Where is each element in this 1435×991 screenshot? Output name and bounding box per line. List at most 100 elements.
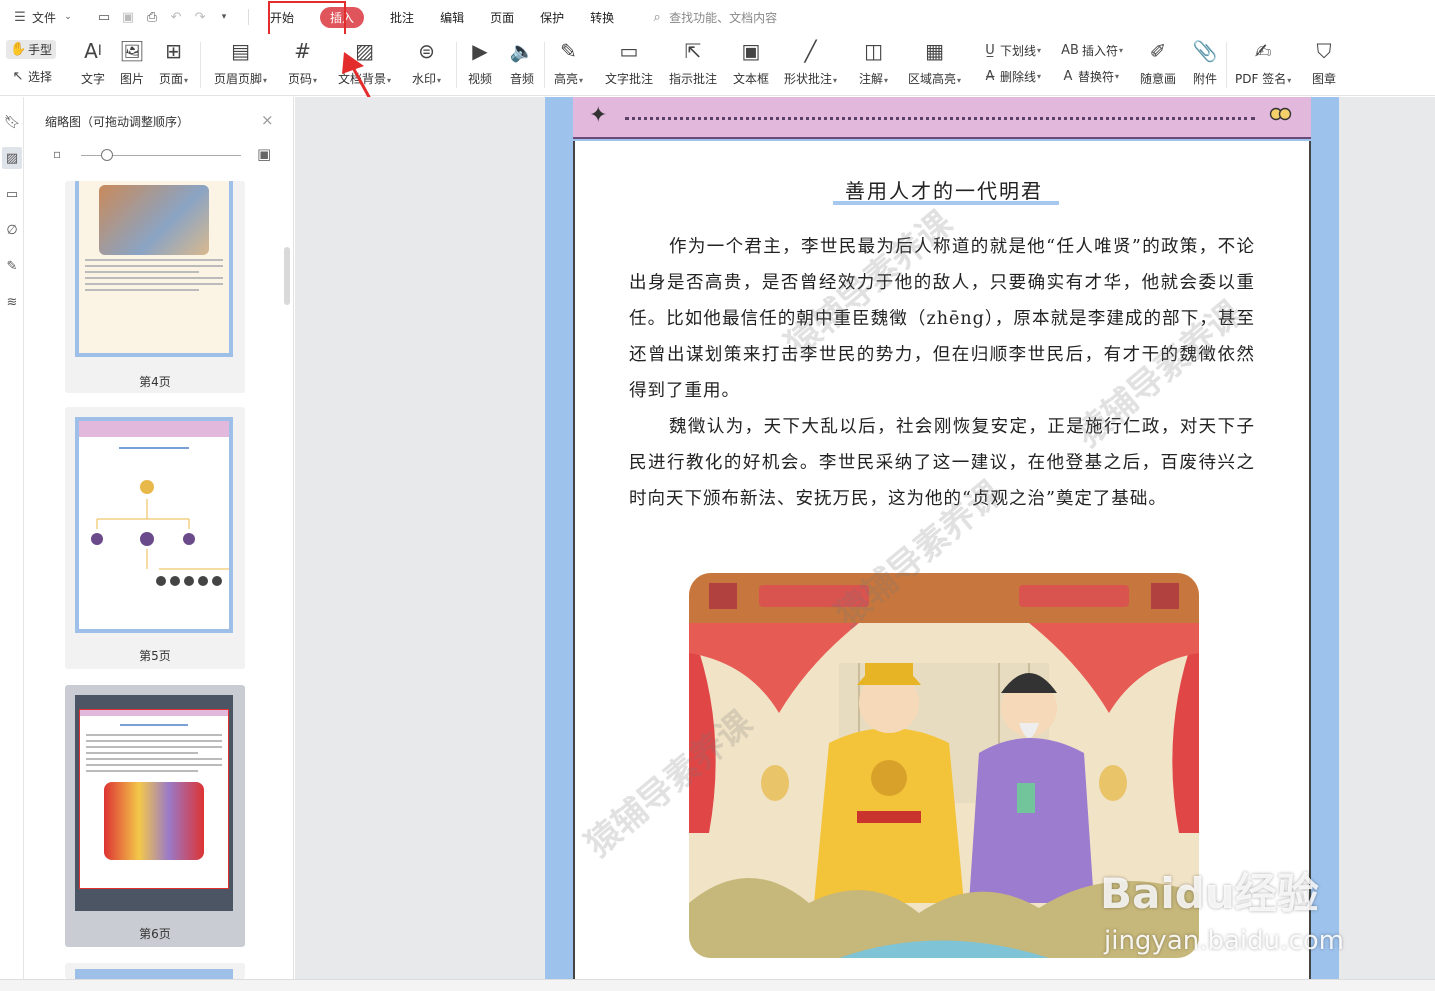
zoom-knob[interactable] — [101, 149, 113, 161]
small-image-icon[interactable]: ▫ — [53, 147, 61, 161]
search-placeholder: 查找功能、文档内容 — [669, 10, 778, 25]
header-footer-button[interactable]: ▤ 页眉页脚▾ — [214, 38, 267, 87]
document-viewer[interactable]: ✦ 善用人才的一代明君 作为一个君主，李世民最为后人称道的就是他“任人唯贤”的政… — [295, 97, 1435, 979]
caret-icon: ▾ — [1037, 72, 1042, 81]
attachment-button[interactable]: 📎 附件 — [1192, 38, 1218, 87]
open-folder-icon[interactable]: ▭ — [95, 8, 113, 26]
page-number-button[interactable]: # 页码▾ — [288, 38, 317, 87]
undo-icon[interactable]: ↶ — [167, 8, 185, 26]
shape-note-label: 形状批注 — [784, 72, 833, 86]
close-icon[interactable]: × — [261, 111, 274, 129]
large-image-icon[interactable]: ▣ — [257, 145, 271, 163]
tab-convert[interactable]: 转换 — [577, 0, 627, 34]
pdf-sign-button[interactable]: ✍ PDF 签名▾ — [1235, 38, 1291, 87]
thumbnail-icon[interactable]: ▨ — [2, 147, 22, 169]
caret-icon: ▾ — [1287, 76, 1292, 85]
header-footer-icon: ▤ — [231, 39, 250, 63]
insert-image-button[interactable]: 🖼 图片 — [119, 38, 145, 87]
tab-edit[interactable]: 编辑 — [427, 0, 477, 34]
page-number-icon: # — [294, 39, 311, 63]
tab-page[interactable]: 页面 — [477, 0, 527, 34]
strikethrough-button[interactable]: A̶ 删除线 ▾ — [982, 68, 1041, 85]
annotate-button[interactable]: ◫ 注解▾ — [859, 38, 888, 87]
divider — [200, 42, 201, 88]
highlight-button[interactable]: ✎ 高亮▾ — [554, 38, 583, 87]
thumbnail-page-6[interactable]: 第6页 — [65, 685, 245, 947]
redo-icon[interactable]: ↷ — [191, 8, 209, 26]
tab-protect[interactable]: 保护 — [527, 0, 577, 34]
freehand-label: 随意画 — [1140, 72, 1177, 86]
comment-icon[interactable]: ▭ — [2, 183, 22, 205]
pointer-note-icon: ⇱ — [684, 39, 702, 63]
left-icon-rail: 🔖︎ ▨ ▭ ∅ ✎ ≋ — [0, 97, 24, 979]
caret-icon: ▾ — [579, 76, 584, 85]
page-plus-icon: ⊞ — [165, 39, 182, 63]
line-shape-icon: ╱ — [804, 39, 817, 63]
hand-tool-button[interactable]: ✋ 手型 — [6, 40, 57, 59]
annotate-icon: ◫ — [864, 39, 883, 63]
thumbnail-page-4[interactable]: 第4页 — [65, 181, 245, 393]
hamburger-icon: ☰ — [14, 9, 26, 25]
underline-button[interactable]: U̲ 下划线 ▾ — [982, 42, 1041, 59]
text-box-button[interactable]: ▣ 文本框 — [733, 38, 769, 87]
search-box[interactable]: ⌕ 查找功能、文档内容 — [645, 8, 777, 26]
thumbnail-image — [75, 695, 233, 911]
paragraph-1: 作为一个君主，李世民最为后人称道的就是他“任人唯贤”的政策，不论出身是否高贵，是… — [629, 237, 1255, 401]
file-menu[interactable]: ☰ 文件 ⌄ — [0, 0, 88, 34]
menu-bar: ☰ 文件 ⌄ ▭ ▣ ⎙ ↶ ↷ ▾ 开始 插入 批注 编辑 页面 保护 转换 … — [0, 0, 1435, 34]
text-note-button[interactable]: ▭ 文字批注 — [605, 38, 653, 87]
divider — [248, 9, 250, 25]
select-tool-button[interactable]: ↖ 选择 — [10, 68, 52, 85]
caret-icon: ▾ — [437, 76, 442, 85]
strikethrough-icon: A̶ — [985, 69, 995, 84]
thumbnail-zoom-slider[interactable]: ▫ ▣ — [53, 145, 283, 163]
freehand-button[interactable]: ✐ 随意画 — [1140, 38, 1176, 87]
thumbnail-panel: 缩略图（可拖动调整顺序） × ▫ ▣ 第4页 第5页 第6页 — [25, 97, 294, 979]
thumbnail-page-5[interactable]: 第5页 — [65, 407, 245, 669]
underline-icon: U̲ — [985, 43, 995, 58]
stamp-button[interactable]: ⛉ 图章 — [1311, 38, 1337, 87]
document-title: 善用人才的一代明君 — [845, 179, 1043, 203]
header-footer-label: 页眉页脚 — [214, 72, 263, 86]
insert-char-button[interactable]: AB 插入符 ▾ — [1060, 42, 1123, 59]
paperclip-icon[interactable]: ∅ — [2, 219, 22, 241]
caret-icon: ▾ — [957, 76, 962, 85]
replace-char-button[interactable]: A 替换符 ▾ — [1060, 68, 1119, 85]
video-icon: ▶ — [472, 39, 488, 63]
text-note-icon: ▭ — [619, 39, 639, 63]
tab-page-label: 页面 — [490, 10, 515, 25]
save-icon[interactable]: ▣ — [119, 8, 137, 26]
signature-icon[interactable]: ✎ — [2, 255, 22, 277]
divider — [1226, 42, 1227, 88]
highlighter-icon: ✎ — [560, 39, 577, 63]
text-box-label: 文本框 — [733, 72, 770, 86]
caret-icon: ▾ — [1119, 46, 1124, 55]
print-icon[interactable]: ⎙ — [143, 8, 161, 26]
select-tool-label: 选择 — [28, 70, 53, 84]
thumbnail-image — [75, 417, 233, 633]
thumbnail-page-label: 第4页 — [139, 375, 171, 389]
pointer-note-button[interactable]: ⇱ 指示批注 — [669, 38, 717, 87]
signature-icon: ✍ — [1254, 39, 1272, 63]
annotate-label: 注解 — [859, 72, 884, 86]
caret-icon: ▾ — [884, 76, 889, 85]
insert-page-label: 页面 — [159, 72, 184, 86]
insert-audio-button[interactable]: 🔈 音频 — [509, 38, 535, 87]
area-highlight-button[interactable]: ▦ 区域高亮▾ — [908, 38, 961, 87]
scrollbar[interactable] — [284, 247, 290, 305]
tab-comment[interactable]: 批注 — [377, 0, 427, 34]
chevron-down-icon: ⌄ — [64, 12, 72, 22]
insert-page-button[interactable]: ⊞ 页面▾ — [159, 38, 188, 87]
thumbnail-page-next[interactable] — [65, 963, 245, 979]
layers-icon[interactable]: ≋ — [2, 291, 22, 313]
bookmark-icon[interactable]: 🔖︎ — [2, 111, 22, 133]
more-dropdown-icon[interactable]: ▾ — [215, 8, 233, 26]
caret-icon: ▾ — [313, 76, 318, 85]
shape-note-button[interactable]: ╱ 形状批注▾ — [784, 38, 837, 87]
insert-video-label: 视频 — [467, 72, 492, 86]
ribbon-toolbar: ✋ 手型 ↖ 选择 AI 文字 🖼 图片 ⊞ 页面▾ ▤ 页眉页脚▾ # 页码▾… — [0, 34, 1435, 96]
baidu-logo-watermark: Baidu经验 — [1100, 869, 1319, 918]
insert-video-button[interactable]: ▶ 视频 — [467, 38, 493, 87]
tab-edit-label: 编辑 — [440, 10, 465, 25]
insert-text-button[interactable]: AI 文字 — [80, 38, 106, 87]
